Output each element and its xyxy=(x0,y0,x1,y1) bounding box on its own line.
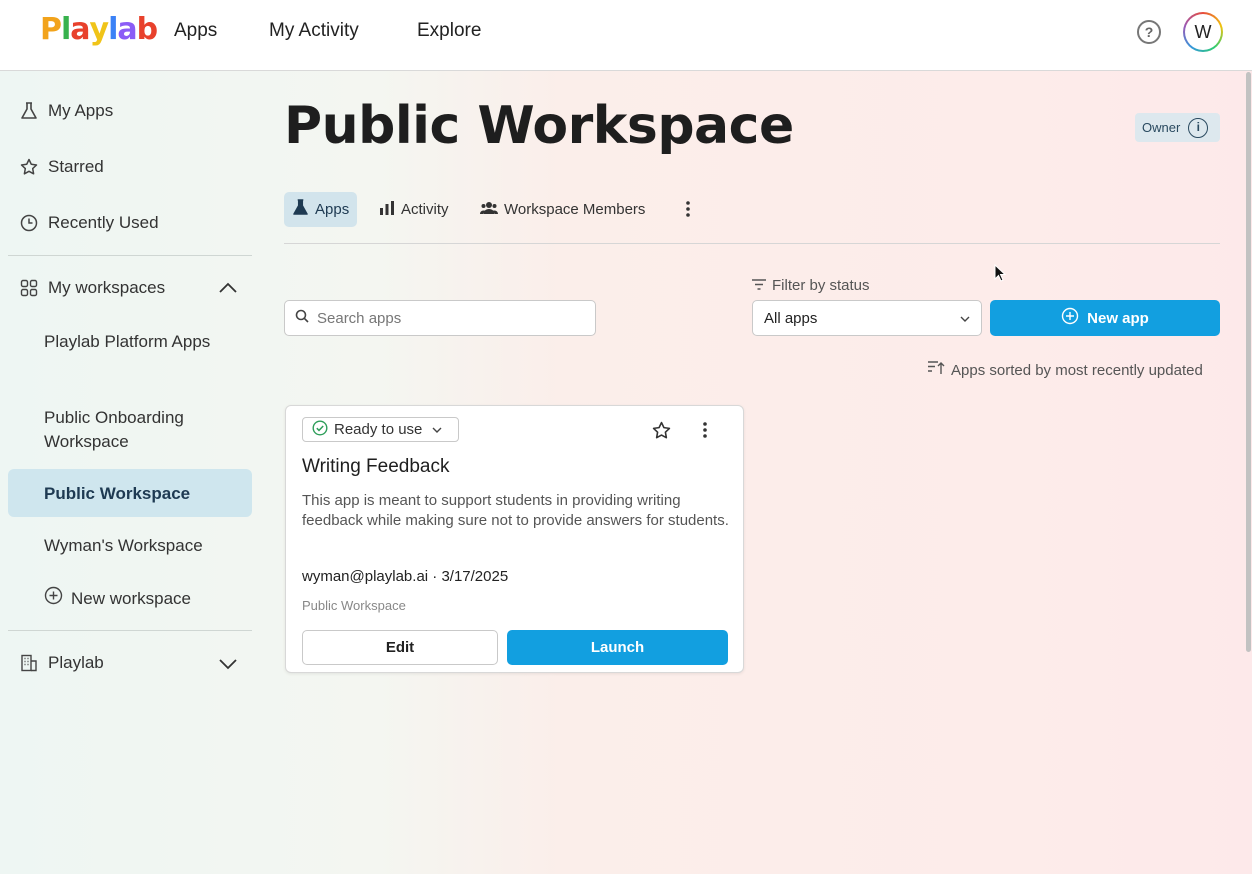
check-circle-icon xyxy=(312,419,328,440)
tab-label: Apps xyxy=(315,201,350,218)
page-title: Public Workspace xyxy=(284,96,794,156)
grid-icon xyxy=(20,279,38,297)
status-dropdown[interactable]: Ready to use xyxy=(302,417,459,442)
top-bar: Playlab Apps My Activity Explore ? W xyxy=(0,0,1252,71)
tab-label: Workspace Members xyxy=(504,201,646,218)
tab-workspace-members[interactable]: Workspace Members xyxy=(472,192,653,227)
card-more-options-icon[interactable] xyxy=(702,421,708,444)
logo-letter: a xyxy=(117,12,137,47)
plus-circle-icon xyxy=(44,586,63,612)
chevron-down-icon[interactable] xyxy=(218,657,238,676)
new-app-button[interactable]: New app xyxy=(990,300,1220,336)
sidebar-workspace-playlab-platform-apps[interactable]: Playlab Platform Apps xyxy=(44,330,234,354)
sidebar-item-label: Starred xyxy=(48,157,104,176)
filter-label-text: Filter by status xyxy=(772,277,870,294)
chevron-up-icon[interactable] xyxy=(218,281,238,300)
avatar-initial: W xyxy=(1185,14,1221,50)
sidebar-item-my-workspaces[interactable]: My workspaces xyxy=(20,278,165,298)
flask-icon xyxy=(292,199,309,220)
scrollbar-thumb[interactable] xyxy=(1246,72,1251,652)
tab-label: Activity xyxy=(401,201,449,218)
sidebar-item-playlab-org[interactable]: Playlab xyxy=(20,653,104,673)
divider xyxy=(8,630,252,631)
sort-note: Apps sorted by most recently updated xyxy=(928,361,1203,379)
flask-icon xyxy=(20,102,38,120)
edit-button[interactable]: Edit xyxy=(302,630,498,665)
logo-letter: l xyxy=(108,12,118,47)
new-workspace-label: New workspace xyxy=(71,589,191,608)
sidebar-item-label: My workspaces xyxy=(48,278,166,297)
question-circle-icon[interactable]: ? xyxy=(1137,20,1161,44)
sidebar-item-label: My Apps xyxy=(48,101,114,120)
sidebar-workspace-public-onboarding[interactable]: Public Onboarding Workspace xyxy=(44,406,234,454)
building-icon xyxy=(20,654,38,672)
launch-button[interactable]: Launch xyxy=(507,630,728,665)
status-filter-select[interactable]: All apps xyxy=(752,300,982,336)
tab-activity[interactable]: Activity xyxy=(371,192,457,227)
nav-apps[interactable]: Apps xyxy=(174,20,217,42)
logo-letter: b xyxy=(136,12,159,47)
status-label: Ready to use xyxy=(334,421,423,438)
star-icon[interactable] xyxy=(652,421,671,445)
new-workspace-button[interactable]: New workspace xyxy=(44,586,234,612)
tab-apps[interactable]: Apps xyxy=(284,192,358,227)
nav-explore[interactable]: Explore xyxy=(417,20,481,42)
sidebar-item-label: Recently Used xyxy=(48,213,159,232)
divider xyxy=(8,255,252,256)
tabs-divider xyxy=(284,243,1220,244)
logo-letter: l xyxy=(61,12,71,47)
app-card[interactable]: Ready to use Writing Feedback This app i… xyxy=(285,405,744,673)
mouse-cursor-icon xyxy=(994,263,1007,287)
filter-label: Filter by status xyxy=(752,277,870,294)
logo-letter: a xyxy=(70,12,90,47)
star-icon xyxy=(20,158,38,176)
search-icon xyxy=(295,309,309,327)
plus-circle-icon xyxy=(1061,307,1079,329)
bar-chart-icon xyxy=(379,200,395,220)
filter-icon xyxy=(752,277,766,294)
sort-icon xyxy=(928,361,945,379)
new-app-label: New app xyxy=(1087,309,1149,327)
sidebar: My Apps Starred Recently Used My workspa… xyxy=(0,71,260,874)
logo-letter: y xyxy=(89,12,110,47)
card-title: Writing Feedback xyxy=(302,456,450,477)
sidebar-workspace-public[interactable]: Public Workspace xyxy=(44,482,234,506)
search-placeholder: Search apps xyxy=(317,309,402,327)
nav-my-activity[interactable]: My Activity xyxy=(269,20,359,42)
people-icon xyxy=(480,201,498,219)
chevron-down-icon xyxy=(960,310,970,327)
avatar[interactable]: W xyxy=(1183,12,1223,52)
role-badge-label: Owner xyxy=(1142,120,1181,135)
sidebar-item-my-apps[interactable]: My Apps xyxy=(20,101,113,121)
sort-note-text: Apps sorted by most recently updated xyxy=(951,361,1203,379)
card-description: This app is meant to support students in… xyxy=(302,492,729,529)
search-input[interactable]: Search apps xyxy=(284,300,596,336)
role-badge[interactable]: Owner i xyxy=(1135,113,1220,142)
sidebar-item-starred[interactable]: Starred xyxy=(20,157,104,177)
info-icon: i xyxy=(1188,117,1209,138)
sidebar-workspace-wymans[interactable]: Wyman's Workspace xyxy=(44,534,234,558)
logo-letter: P xyxy=(40,12,62,47)
more-options-icon[interactable] xyxy=(685,200,691,221)
status-filter-value: All apps xyxy=(764,309,818,327)
card-meta: wyman@playlab.ai · 3/17/2025 xyxy=(302,568,509,585)
card-workspace: Public Workspace xyxy=(302,598,406,613)
sidebar-item-label: Playlab xyxy=(48,653,104,672)
chevron-down-icon xyxy=(432,421,442,438)
sidebar-item-recently-used[interactable]: Recently Used xyxy=(20,213,159,233)
clock-icon xyxy=(20,214,38,232)
playlab-logo[interactable]: Playlab xyxy=(40,12,159,47)
